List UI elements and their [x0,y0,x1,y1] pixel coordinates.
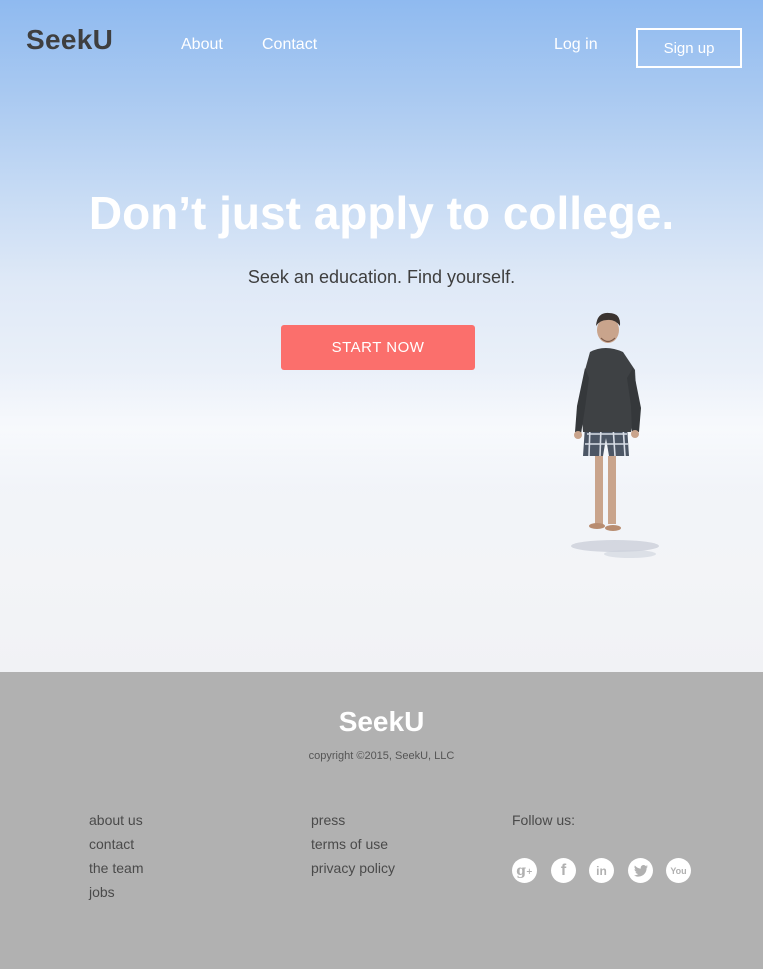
site-logo[interactable]: SeekU [26,24,113,56]
footer-link-about-us[interactable]: about us [89,808,143,832]
linkedin-icon[interactable]: in [589,858,614,883]
page: SeekU About Contact Log in Sign up Don’t… [0,0,763,969]
footer-links-legal: press terms of use privacy policy [311,808,395,880]
login-link[interactable]: Log in [554,36,598,54]
footer-link-terms[interactable]: terms of use [311,832,395,856]
start-now-button[interactable]: START NOW [281,325,475,370]
footer-links-company: about us contact the team jobs [89,808,143,904]
signup-button[interactable]: Sign up [636,28,742,68]
site-footer: SeekU copyright ©2015, SeekU, LLC about … [0,672,763,969]
hero-person-image [571,312,659,558]
footer-link-privacy[interactable]: privacy policy [311,856,395,880]
twitter-icon[interactable] [628,858,653,883]
copyright-text: copyright ©2015, SeekU, LLC [308,750,455,762]
follow-us-label: Follow us: [512,812,576,828]
hero-section: SeekU About Contact Log in Sign up Don’t… [0,0,763,672]
google-plus-icon[interactable]: g + [512,858,537,883]
youtube-icon[interactable]: You [666,858,691,883]
nav-contact-link[interactable]: Contact [262,36,317,54]
footer-logo: SeekU [338,706,425,737]
footer-link-contact[interactable]: contact [89,832,143,856]
hero-subheadline: Seek an education. Find yourself. [247,267,516,287]
footer-link-press[interactable]: press [311,808,395,832]
footer-link-the-team[interactable]: the team [89,856,143,880]
nav-about-link[interactable]: About [181,36,223,54]
footer-link-jobs[interactable]: jobs [89,880,143,904]
hero-headline: Don’t just apply to college. [88,187,675,239]
facebook-icon[interactable]: f [551,858,576,883]
